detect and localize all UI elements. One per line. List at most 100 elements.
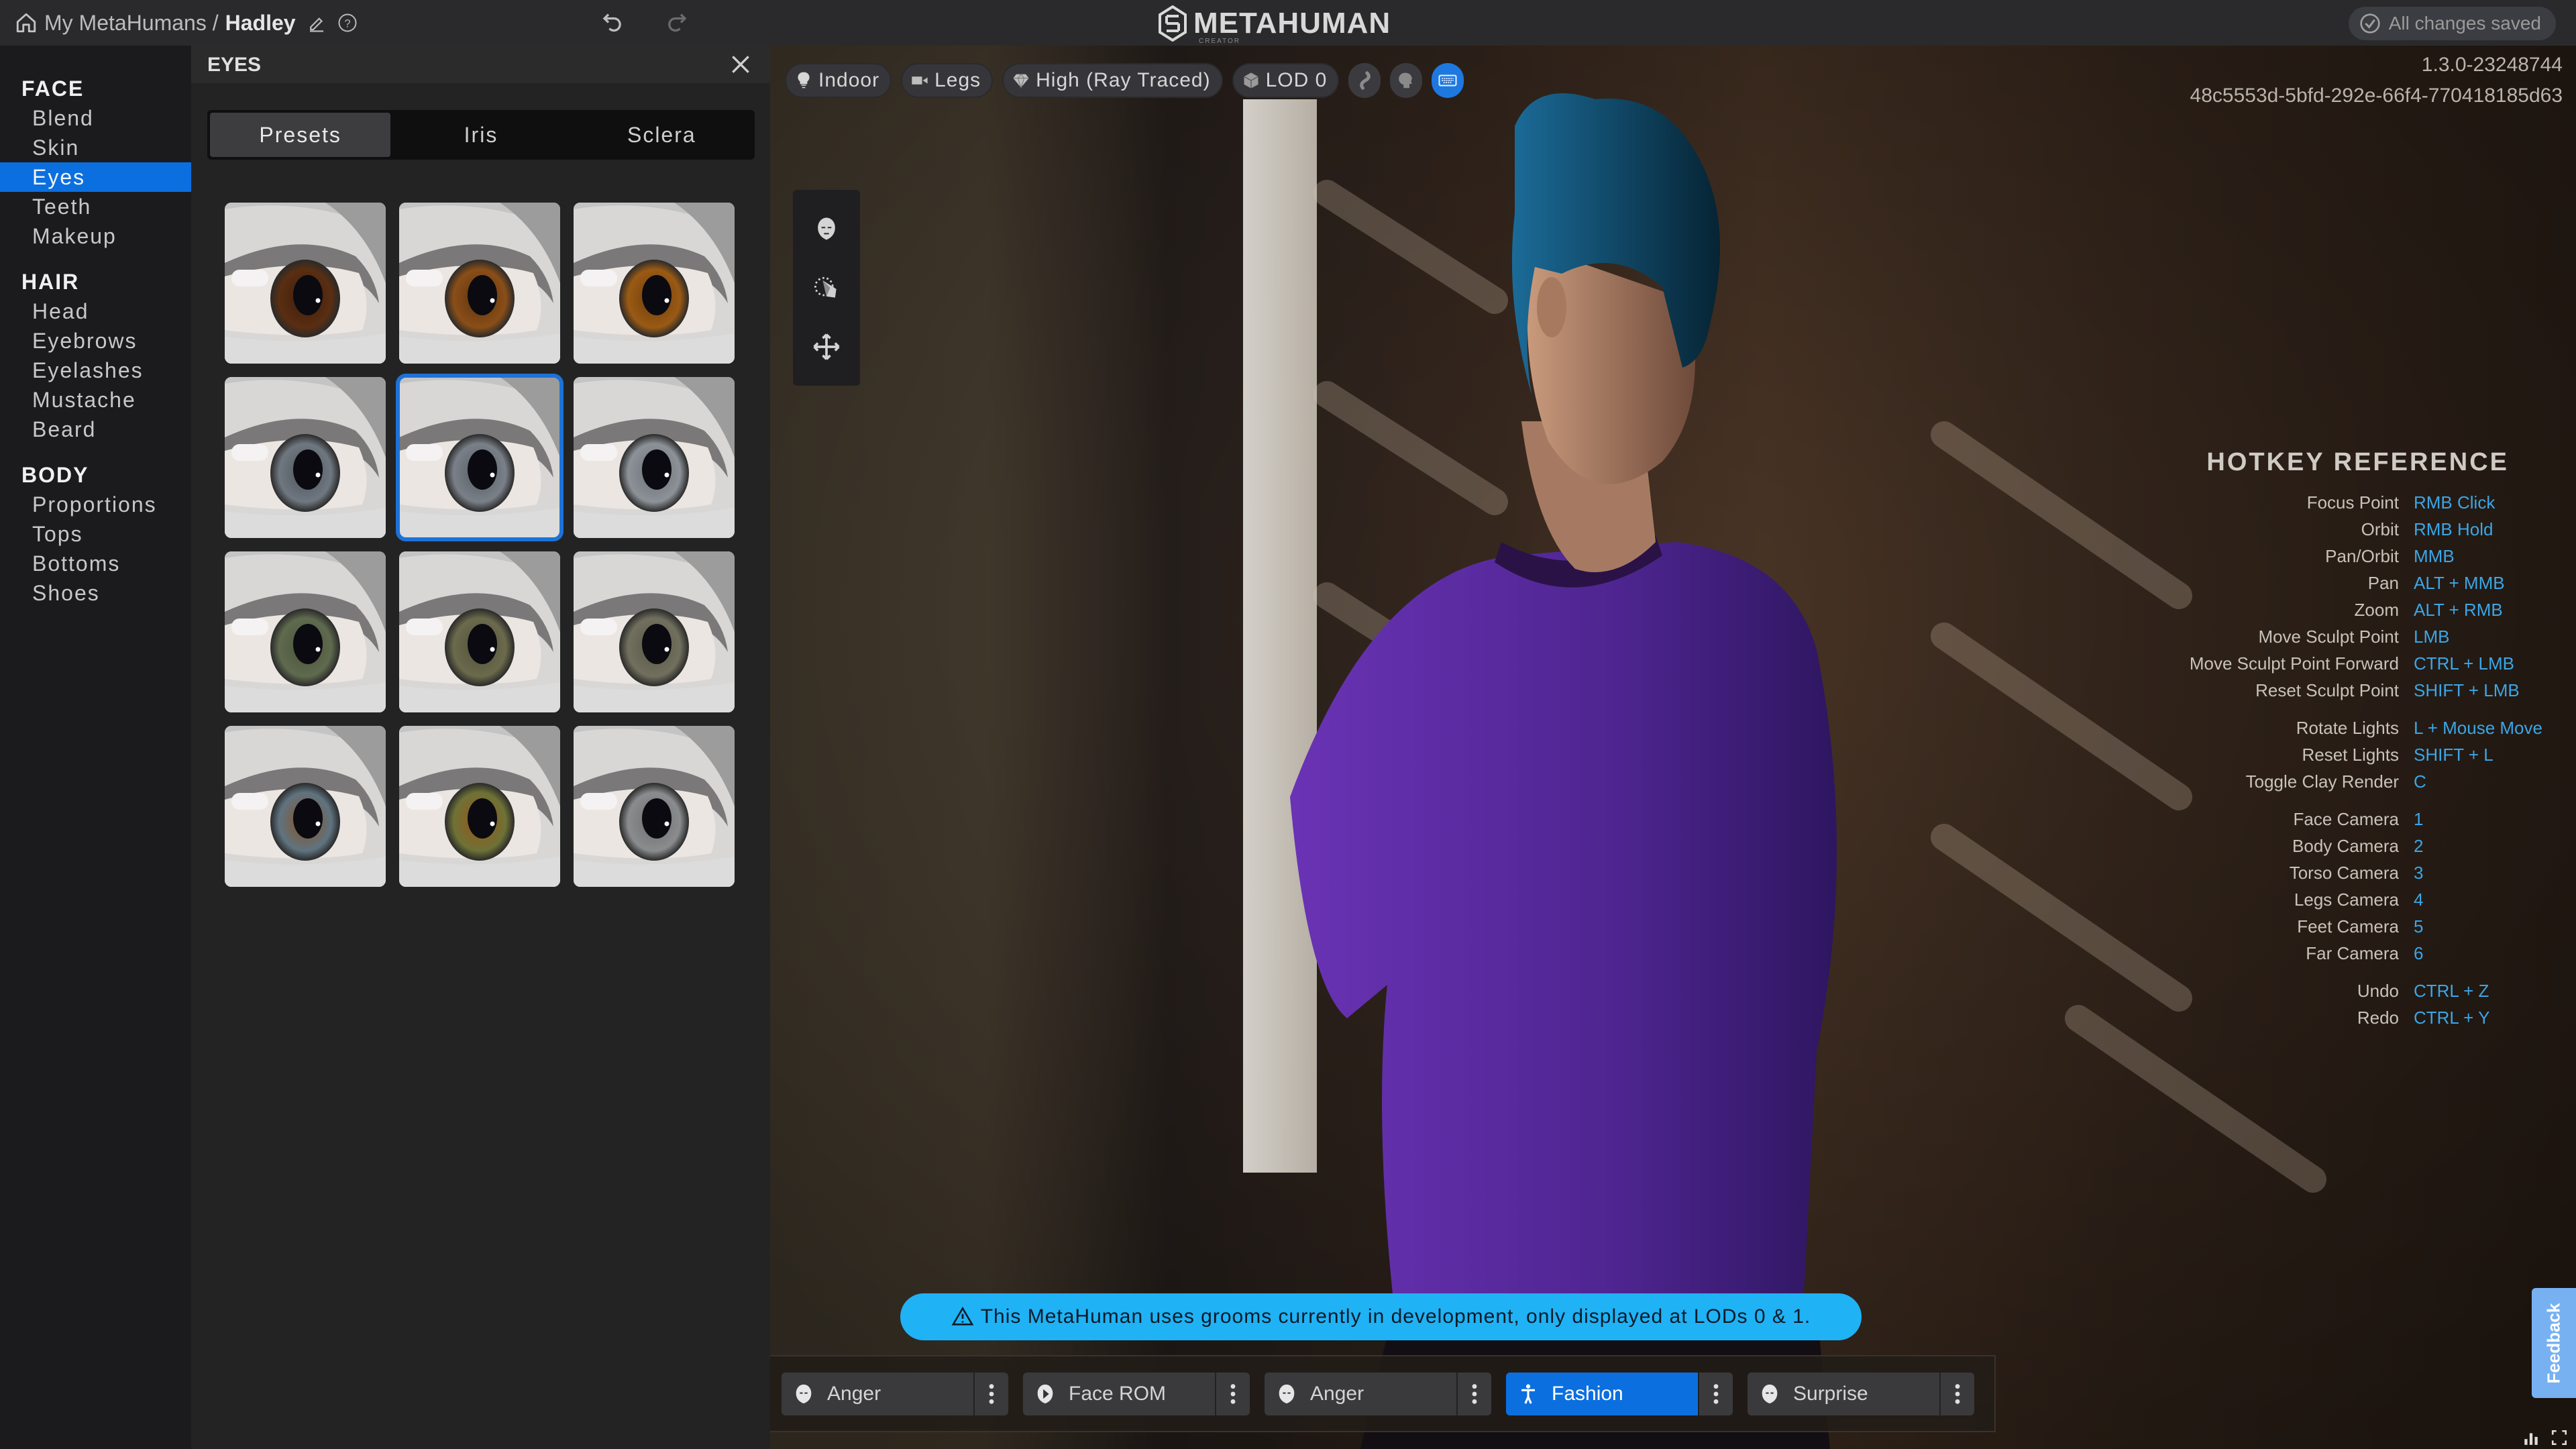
hotkey-key: CTRL + Y	[2414, 1007, 2490, 1028]
hotkey-row: Move Sculpt Point LMB	[2174, 623, 2576, 650]
version-text: 1.3.0-23248744	[2421, 54, 2563, 76]
hotkey-row: Pan/Orbit MMB	[2174, 543, 2576, 570]
hotkey-row: Redo CTRL + Y	[2174, 1004, 2576, 1031]
move-icon[interactable]	[812, 332, 841, 362]
animation-label: Anger	[827, 1382, 881, 1405]
stats-icon[interactable]	[2522, 1429, 2540, 1446]
eye-preset-tile[interactable]	[399, 551, 560, 712]
sidebar-item-eyebrows[interactable]: Eyebrows	[0, 326, 191, 356]
panel-title: EYES	[207, 54, 262, 76]
rotate-light-icon[interactable]	[812, 273, 841, 303]
animation-button[interactable]: Fashion	[1506, 1372, 1698, 1415]
tab-presets[interactable]: Presets	[210, 113, 391, 157]
help-icon[interactable]: ?	[337, 13, 358, 33]
head-toggle[interactable]	[1390, 63, 1423, 98]
animation-options-button[interactable]	[1698, 1372, 1733, 1415]
animation-button[interactable]: Face ROM	[1023, 1373, 1215, 1415]
sidebar-item-teeth[interactable]: Teeth	[0, 192, 191, 221]
camera-dropdown[interactable]: Legs	[901, 63, 994, 98]
animation-label: Face ROM	[1069, 1382, 1167, 1405]
category-sidebar: FACE Blend Skin Eyes Teeth Makeup HAIR H…	[0, 46, 191, 1449]
animation-slot: Fashion	[1506, 1372, 1733, 1415]
face-icon	[796, 1384, 812, 1403]
tab-sclera[interactable]: Sclera	[572, 113, 752, 157]
hotkey-action: Reset Sculpt Point	[2255, 680, 2399, 700]
eye-preset-tile[interactable]	[225, 203, 386, 364]
eye-preset-tile[interactable]	[574, 203, 735, 364]
lighting-label: Indoor	[818, 69, 880, 91]
hotkey-key: 6	[2414, 943, 2424, 963]
eye-preset-image	[399, 551, 560, 712]
eye-preset-tile[interactable]	[574, 726, 735, 887]
sidebar-item-bottoms[interactable]: Bottoms	[0, 549, 191, 578]
animation-button[interactable]: Anger	[782, 1373, 973, 1415]
lighting-dropdown[interactable]: Indoor	[785, 63, 892, 98]
keyboard-icon	[1438, 74, 1457, 87]
eye-preset-image	[399, 726, 560, 887]
panel-header: EYES	[191, 46, 770, 83]
breadcrumb-root-link[interactable]: My MetaHumans /	[44, 11, 219, 36]
quality-dropdown[interactable]: High (Ray Traced)	[1002, 63, 1223, 98]
viewport-side-tools	[793, 190, 860, 386]
eye-preset-tile[interactable]	[396, 374, 564, 541]
save-status-badge: All changes saved	[2348, 7, 2556, 40]
close-icon[interactable]	[727, 51, 754, 78]
hotkey-row: Torso Camera 3	[2174, 859, 2576, 886]
sidebar-item-eyelashes[interactable]: Eyelashes	[0, 356, 191, 385]
sidebar-item-head[interactable]: Head	[0, 297, 191, 326]
hotkey-toggle[interactable]	[1432, 63, 1464, 98]
face-icon[interactable]	[812, 214, 841, 244]
nav-section-title: FACE	[21, 76, 85, 101]
eye-preset-tile[interactable]	[399, 726, 560, 887]
animation-slot: Anger	[1265, 1372, 1491, 1415]
eye-preset-tile[interactable]	[225, 551, 386, 712]
face-icon	[1279, 1384, 1295, 1403]
dna-toggle[interactable]	[1348, 63, 1381, 98]
animation-button[interactable]: Anger	[1265, 1373, 1456, 1415]
eye-preset-tile[interactable]	[574, 551, 735, 712]
lod-label: LOD 0	[1265, 69, 1328, 91]
metahuman-logo: METAHUMAN CREATOR	[1157, 5, 1391, 45]
sidebar-item-shoes[interactable]: Shoes	[0, 578, 191, 608]
edit-icon[interactable]	[307, 13, 327, 33]
eye-preset-tile[interactable]	[399, 203, 560, 364]
animation-options-button[interactable]	[1939, 1372, 1974, 1415]
sidebar-item-eyes[interactable]: Eyes	[0, 162, 191, 192]
undo-icon[interactable]	[600, 9, 625, 34]
more-vertical-icon	[1713, 1383, 1719, 1404]
sidebar-item-proportions[interactable]: Proportions	[0, 490, 191, 519]
animation-options-button[interactable]	[1215, 1372, 1250, 1415]
animation-slot: Face ROM	[1023, 1372, 1250, 1415]
sidebar-item-tops[interactable]: Tops	[0, 519, 191, 549]
eye-preset-tile[interactable]	[225, 377, 386, 538]
animation-options-button[interactable]	[1456, 1372, 1491, 1415]
sidebar-item-makeup[interactable]: Makeup	[0, 221, 191, 251]
hotkey-row: Rotate Lights L + Mouse Move	[2174, 714, 2576, 741]
hotkey-key: 4	[2414, 889, 2424, 910]
eye-preset-tile[interactable]	[574, 377, 735, 538]
home-icon[interactable]	[15, 11, 38, 34]
lod-dropdown[interactable]: LOD 0	[1232, 63, 1340, 98]
hotkey-row: Reset Sculpt Point SHIFT + LMB	[2174, 677, 2576, 704]
sidebar-item-beard[interactable]: Beard	[0, 415, 191, 444]
sidebar-item-blend[interactable]: Blend	[0, 103, 191, 133]
animation-button[interactable]: Surprise	[1748, 1373, 1939, 1415]
animation-options-button[interactable]	[973, 1372, 1008, 1415]
eye-preset-image	[225, 377, 386, 538]
3d-viewport[interactable]: Indoor Legs High (Ray Traced) LOD 0 1.3.…	[770, 46, 2576, 1449]
cube-icon	[1243, 72, 1258, 89]
head-silhouette-icon	[1399, 72, 1413, 89]
sidebar-item-skin[interactable]: Skin	[0, 133, 191, 162]
sidebar-item-mustache[interactable]: Mustache	[0, 385, 191, 415]
redo-icon[interactable]	[665, 9, 689, 34]
hotkey-action: Toggle Clay Render	[2245, 771, 2399, 792]
tab-iris[interactable]: Iris	[390, 113, 571, 157]
feedback-button[interactable]: Feedback	[2532, 1288, 2576, 1398]
hotkey-key: RMB Click	[2414, 492, 2496, 513]
hotkey-row: Far Camera 6	[2174, 940, 2576, 967]
viewport-corner-controls	[2522, 1429, 2568, 1446]
fullscreen-icon[interactable]	[2551, 1429, 2568, 1446]
banner-text: This MetaHuman uses grooms currently in …	[980, 1305, 1811, 1328]
eye-preset-tile[interactable]	[225, 726, 386, 887]
character-name: Hadley	[225, 10, 296, 35]
